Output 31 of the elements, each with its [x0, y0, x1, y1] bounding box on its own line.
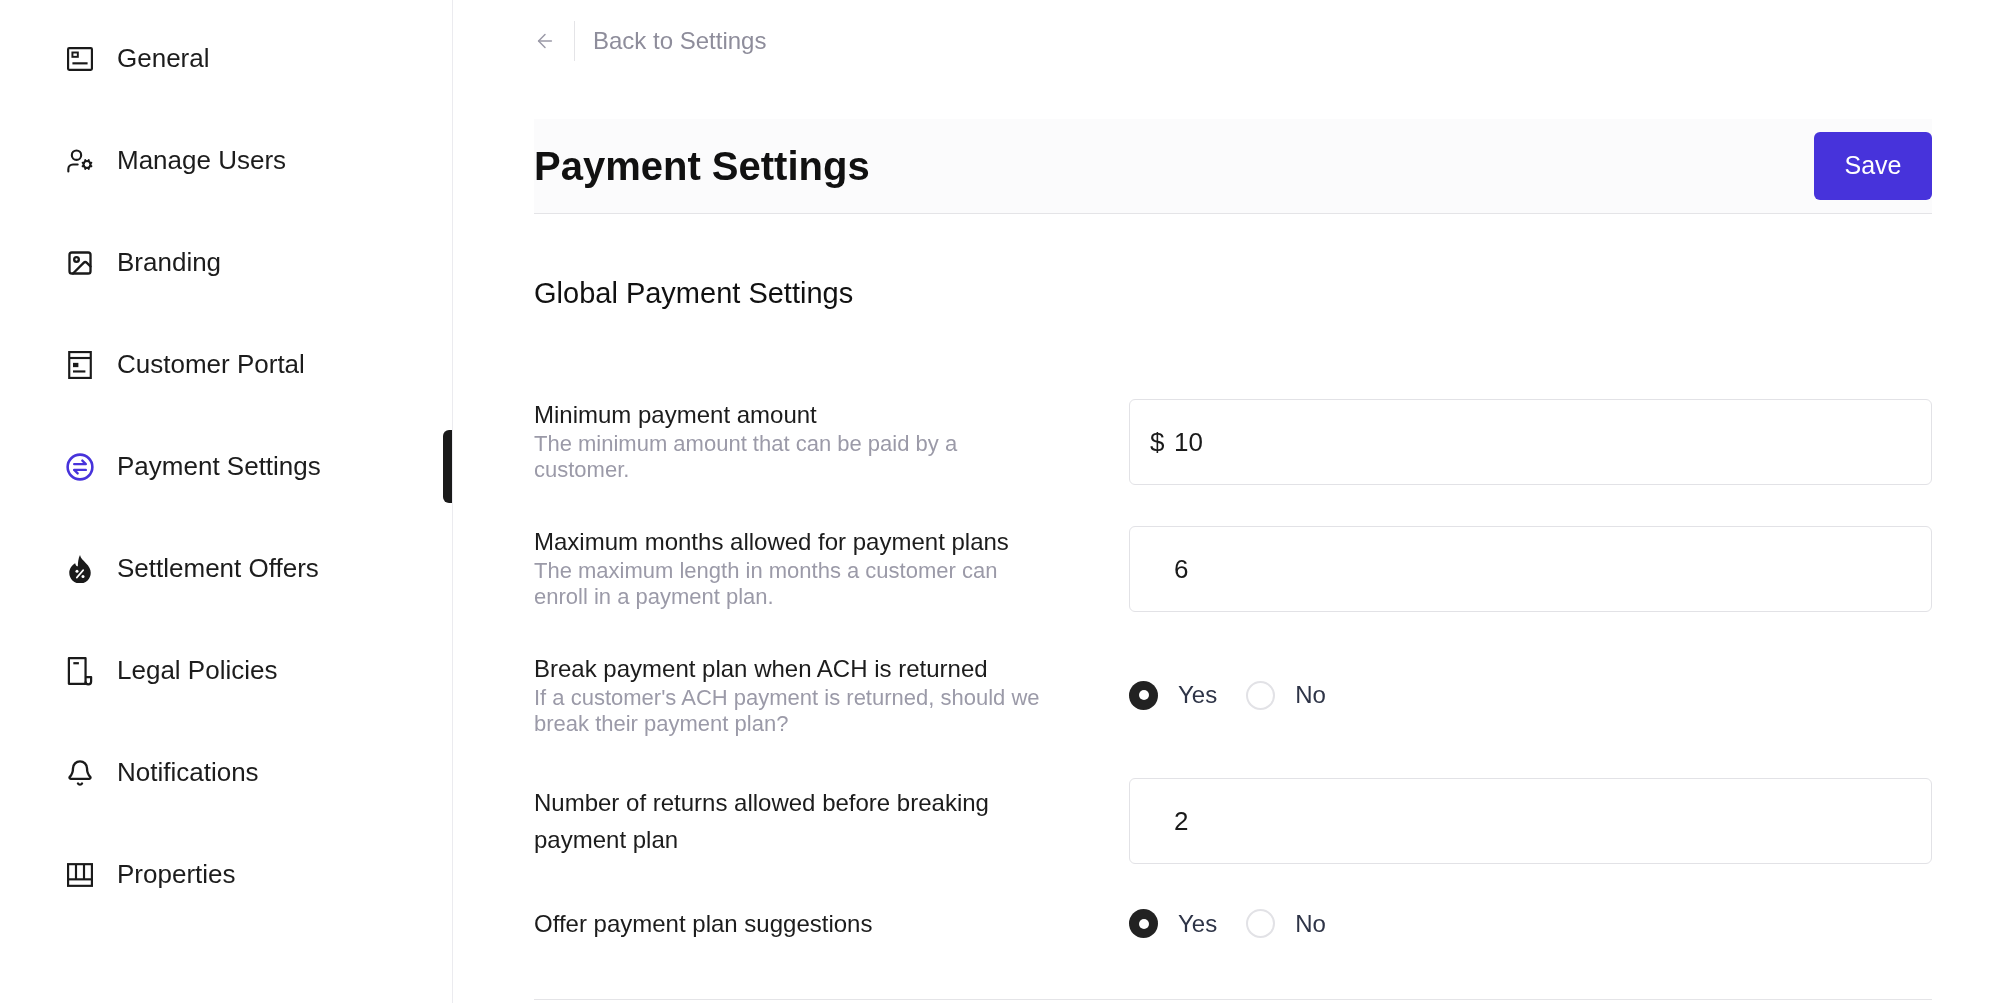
field-label: Number of returns allowed before breaking payment plan	[534, 788, 990, 855]
nav-item[interactable]: Notifications	[0, 736, 452, 809]
option-label[interactable]: No	[1295, 908, 1326, 939]
save-button[interactable]: Save	[1814, 132, 1932, 200]
radio-button[interactable]	[1246, 680, 1276, 710]
input-field[interactable]: 6	[1129, 526, 1932, 612]
page-title: Payment Settings	[534, 146, 870, 186]
field-label: Break payment plan when ACH is returned	[534, 654, 988, 684]
option-label[interactable]: Yes	[1178, 680, 1218, 710]
field-label: Minimum payment amount	[534, 400, 817, 430]
currency-symbol: $	[1150, 427, 1165, 457]
option-label[interactable]: Yes	[1178, 908, 1218, 939]
nav-item[interactable]: Customer Portal	[0, 328, 452, 401]
section-title: Global Payment Settings	[534, 276, 854, 311]
nav-item[interactable]: Legal Policies	[0, 634, 452, 707]
nav-item[interactable]: Properties	[0, 838, 452, 911]
option-label[interactable]: No	[1295, 680, 1326, 710]
field-description: The minimum amount that can be paid by a customer.	[534, 431, 959, 483]
nav-item[interactable]: Branding	[0, 226, 452, 299]
nav-item[interactable]: Settlement Offers	[0, 532, 452, 605]
field-label: Maximum months allowed for payment plans	[534, 527, 1009, 557]
radio-button[interactable]	[1246, 909, 1276, 938]
nav-item[interactable]: Payment Settings	[0, 430, 452, 503]
field-description: The maximum length in months a customer can enroll in a payment plan.	[534, 558, 999, 610]
field-description: If a customer's ACH payment is returned, should we break their payment plan?	[534, 685, 1041, 737]
nav-item[interactable]: Manage Users	[0, 124, 452, 197]
input-field[interactable]: 2	[1129, 778, 1932, 864]
nav-item[interactable]: General	[0, 22, 452, 95]
field-label: Offer payment plan suggestions	[534, 909, 873, 939]
radio-button[interactable]	[1129, 909, 1158, 938]
radio-button[interactable]	[1129, 680, 1158, 710]
